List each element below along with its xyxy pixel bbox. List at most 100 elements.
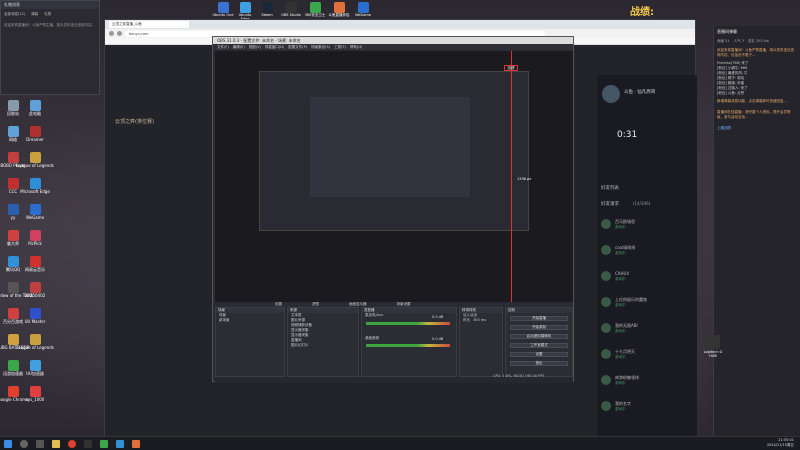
obs-menu-item[interactable]: 帮助(H): [350, 45, 362, 50]
logitech-icon[interactable]: [706, 335, 720, 349]
obs-menu-item[interactable]: 停靠窗口(D): [265, 45, 284, 50]
obs-icon[interactable]: [286, 2, 297, 13]
tab-all[interactable]: 全部消息(12): [4, 12, 25, 17]
desktop-icon[interactable]: Dreamer: [24, 126, 46, 143]
chrome-icon[interactable]: [68, 440, 76, 448]
control-button[interactable]: 设置: [510, 352, 568, 357]
review-link[interactable]: 上期回顾: [714, 123, 800, 134]
desktop-icon-label: 斗鱼直播伴侣: [328, 13, 350, 17]
friend-panel: 斗鱼 · 仙凡周哥 0:31 好友列表 好友请求 (14/346) 百马欧瑞思游…: [597, 75, 697, 445]
obs-menu-item[interactable]: 配置文件(P): [288, 45, 307, 50]
desktop-icon[interactable]: Shadow of the Tomb: [0, 282, 33, 299]
obs-menu-item[interactable]: 场景集合(S): [311, 45, 330, 50]
friend-row[interactable]: 百马欧瑞思 游戏中: [597, 215, 697, 241]
size-label: 1336 px: [517, 177, 532, 181]
control-button[interactable]: 启动虚拟摄像机: [510, 334, 568, 339]
steam-icon[interactable]: [262, 2, 273, 13]
friend-count: (14/346): [633, 201, 651, 206]
back-icon[interactable]: [109, 31, 114, 36]
desktop-icon[interactable]: 此电脑: [24, 100, 46, 117]
desktop-icon[interactable]: 网易云音乐: [24, 256, 46, 273]
chat-list: Promise(780) 来了 [粉丝] 小蜗牛: 666 [粉丝] 最爱的风: 牛…: [714, 61, 800, 96]
wechat-icon[interactable]: [100, 440, 108, 448]
control-button[interactable]: 退出: [510, 361, 568, 366]
app-icon: [29, 282, 41, 293]
desktop-icon-label: 百分百游戏: [3, 319, 23, 324]
obs-preview: 战绩 1336 px: [215, 51, 573, 302]
desktop-icon[interactable]: League of Legends: [16, 334, 54, 351]
friend-row[interactable]: 我的无限ABI 游戏中: [597, 319, 697, 345]
task-view-icon[interactable]: [36, 440, 44, 448]
desktop-icon[interactable]: UU加速器: [24, 360, 46, 377]
desktop-icon-label: UU Master: [24, 319, 46, 324]
app-icon: [29, 178, 41, 189]
friend-row[interactable]: cool绿岗线 游戏中: [597, 241, 697, 267]
search-icon[interactable]: [20, 440, 28, 448]
desktop-icon[interactable]: League of Legends: [16, 152, 54, 169]
obs-menu-item[interactable]: 文件(F): [217, 45, 229, 50]
tab-danmu[interactable]: 弹幕: [31, 12, 38, 17]
wegame-icon[interactable]: [382, 2, 393, 13]
friend-status: 游戏中: [615, 303, 626, 307]
source-item[interactable]: 图片幻灯片: [288, 343, 358, 348]
desktop-icon[interactable]: yy: [2, 204, 24, 221]
controls-header: 控制: [506, 308, 572, 313]
danmu-title: 直播间弹幕: [717, 29, 737, 34]
friend-row[interactable]: 肉弥粉集领排 游戏中: [597, 371, 697, 397]
wegame-icon[interactable]: [358, 2, 369, 13]
obs-menu-item[interactable]: 工具(T): [334, 45, 346, 50]
avatar: [601, 219, 611, 229]
measure-line: [511, 51, 512, 302]
obs-title: OBS 31.0.3 - 配置文件: 未命名 - 场景: 未命名: [217, 37, 301, 43]
desktop-icon[interactable]: WeGame: [24, 204, 46, 221]
desktop-icon-label: 此电脑: [29, 111, 41, 116]
friend-row[interactable]: 十七月明天 游戏中: [597, 345, 697, 371]
friend-row[interactable]: CAHUV 游戏中: [597, 267, 697, 293]
ubuntu-one-icon[interactable]: [218, 2, 229, 13]
obs-menu-item[interactable]: 视图(V): [249, 45, 261, 50]
desktop-icon[interactable]: 回收站: [2, 100, 24, 117]
control-button[interactable]: 工作室模式: [510, 343, 568, 348]
desktop-icon-label: Logitech G HUB: [703, 350, 723, 358]
desktop-icon[interactable]: 鲁大师: [2, 230, 24, 247]
control-button[interactable]: 开始录制: [510, 325, 568, 330]
douyu-icon[interactable]: [334, 2, 345, 13]
friend-status: 游戏中: [615, 381, 626, 385]
desktop-icon[interactable]: 迅游加速器: [2, 360, 24, 377]
friend-status: 游戏中: [615, 277, 626, 281]
desktop-icon[interactable]: 网络: [2, 126, 24, 143]
refresh-icon[interactable]: [117, 31, 122, 36]
obs-menu-item[interactable]: 编辑(E): [233, 45, 245, 50]
app-icon: [7, 230, 19, 241]
ubuntu-edge-icon[interactable]: [240, 2, 251, 13]
friend-row[interactable]: 我的名字 游戏中: [597, 397, 697, 423]
desktop-icon-label: OBS Studio: [281, 13, 301, 17]
desktop-icon[interactable]: UU Master: [24, 308, 46, 325]
avatar: [601, 297, 611, 307]
desktop-icon[interactable]: 腾讯QQ: [2, 256, 24, 273]
duration-label: 时长: [463, 318, 470, 322]
desktop-icon[interactable]: 20250402: [24, 282, 46, 299]
explorer-icon[interactable]: [52, 440, 60, 448]
360-icon[interactable]: [310, 2, 321, 13]
qq-icon[interactable]: [116, 440, 124, 448]
tab-gift[interactable]: 礼物: [44, 12, 51, 17]
control-button[interactable]: 开始直播: [510, 316, 568, 321]
desktop-icon-label: sys_1000: [25, 397, 45, 402]
obs-icon[interactable]: [84, 440, 92, 448]
browser-tab[interactable]: 云顶之弈直播_斗鱼: [109, 21, 189, 28]
start-icon[interactable]: [4, 440, 12, 448]
duration-input[interactable]: 300 ms: [473, 318, 486, 323]
scene-item[interactable]: 新场景: [216, 318, 284, 323]
desktop-icon[interactable]: sys_1000: [24, 386, 46, 403]
desktop-icon[interactable]: PicPick: [24, 230, 46, 247]
desktop-icon[interactable]: Microsoft Edge: [20, 178, 50, 195]
desktop-icon[interactable]: Google Chrome: [0, 386, 29, 403]
friend-row[interactable]: 上位的极乐的魔鬼 游戏中: [597, 293, 697, 319]
mixer-dock: 混音器 麦克风/Aux 0.0 dB 桌面音频 0.0 dB: [361, 307, 457, 377]
overlay-text: 战绩:: [630, 7, 654, 18]
desktop-icon[interactable]: 百分百游戏: [2, 308, 24, 325]
friend-list: 百马欧瑞思 游戏中 cool绿岗线 游戏中 CAHUV 游戏中 上位的极乐的魔鬼 游戏中 我的无…: [597, 215, 697, 423]
app-icon: [29, 230, 41, 241]
douyu-icon[interactable]: [132, 440, 140, 448]
